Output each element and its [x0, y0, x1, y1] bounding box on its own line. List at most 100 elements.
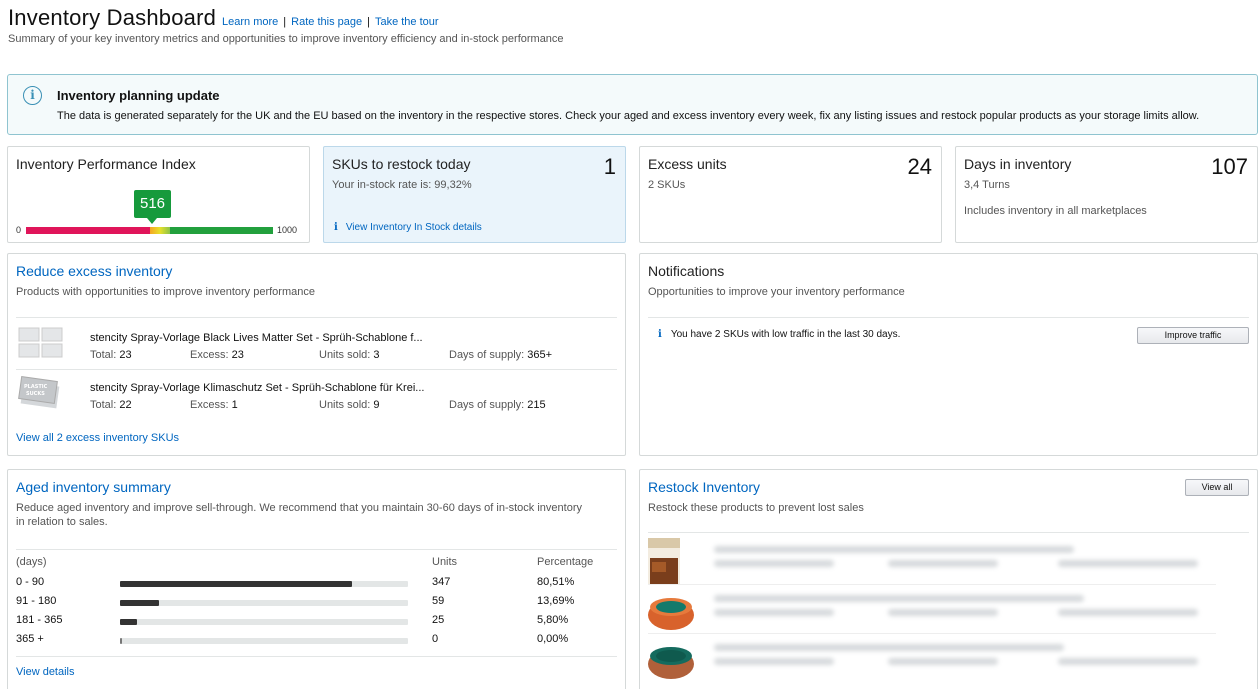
- aged-bar-track: [120, 619, 408, 625]
- aged-units-value: 347: [432, 576, 451, 588]
- page-subtitle: Summary of your key inventory metrics an…: [8, 33, 564, 45]
- aged-inventory-title[interactable]: Aged inventory summary: [16, 479, 171, 495]
- aged-row: 91 - 180 59 13,69%: [16, 595, 616, 614]
- supply-value: 365+: [527, 349, 553, 361]
- excess-sku-count: 2 SKUs: [648, 179, 686, 191]
- ipi-min-label: 0: [16, 225, 22, 235]
- aged-subtitle-line1: Reduce aged inventory and improve sell-t…: [16, 502, 582, 514]
- planning-update-alert: i Inventory planning update The data is …: [7, 74, 1258, 135]
- alert-title: Inventory planning update: [57, 88, 220, 103]
- aged-bar-fill: [120, 638, 122, 644]
- list-item[interactable]: PLASTIC SUCKS stencity Spray-Vorlage Kli…: [16, 368, 616, 418]
- aged-range-label: 0 - 90: [16, 576, 45, 588]
- aged-percentage-value: 13,69%: [537, 595, 575, 607]
- product-name: stencity Spray-Vorlage Black Lives Matte…: [90, 332, 423, 344]
- restock-today-value: 1: [603, 154, 616, 179]
- view-details-link[interactable]: View details: [16, 666, 75, 678]
- aged-units-value: 25: [432, 614, 445, 626]
- product-thumbnail: [648, 598, 694, 630]
- product-thumbnail: [648, 538, 680, 584]
- page-header: Inventory Dashboard Learn more | Rate th…: [8, 5, 1248, 45]
- excess-units-card: Excess units 24 2 SKUs: [639, 146, 942, 243]
- restock-subtitle: Restock these products to prevent lost s…: [648, 502, 864, 514]
- improve-traffic-button[interactable]: Improve traffic: [1137, 327, 1249, 344]
- learn-more-link[interactable]: Learn more: [222, 16, 278, 28]
- table-row[interactable]: [648, 536, 1216, 585]
- restock-today-card: SKUs to restock today 1 Your in-stock ra…: [323, 146, 626, 243]
- alert-text: The data is generated separately for the…: [57, 110, 1200, 122]
- aged-range-label: 181 - 365: [16, 614, 63, 626]
- excess-units-title: Excess units: [648, 156, 727, 172]
- list-item[interactable]: stencity Spray-Vorlage Black Lives Matte…: [16, 318, 616, 368]
- supply-value: 215: [527, 399, 546, 411]
- total-value: 23: [119, 349, 132, 361]
- aged-percentage-value: 5,80%: [537, 614, 569, 626]
- in-stock-rate: Your in-stock rate is: 99,32%: [332, 179, 472, 191]
- aged-units-value: 59: [432, 595, 445, 607]
- days-inventory-value: 107: [1211, 154, 1248, 179]
- aged-row: 181 - 365 25 5,80%: [16, 614, 616, 633]
- inventory-turns: 3,4 Turns: [964, 179, 1010, 191]
- ipi-max-label: 1000: [277, 225, 298, 235]
- aged-bar-fill: [120, 600, 160, 606]
- aged-bar-fill: [120, 581, 352, 587]
- excess-value: 1: [231, 399, 238, 411]
- notification-message: You have 2 SKUs with low traffic in the …: [670, 329, 901, 340]
- view-all-button[interactable]: View all: [1185, 479, 1249, 496]
- excess-units-value: 24: [907, 154, 932, 179]
- aged-bar-track: [120, 600, 408, 606]
- restock-inventory-card: Restock Inventory Restock these products…: [639, 469, 1258, 689]
- product-thumbnail: [18, 327, 63, 358]
- aged-units-value: 0: [432, 633, 439, 645]
- table-row[interactable]: [648, 585, 1216, 634]
- info-icon: i: [334, 222, 338, 233]
- marketplaces-note: Includes inventory in all marketplaces: [964, 205, 1147, 217]
- notifications-subtitle: Opportunities to improve your inventory …: [648, 286, 905, 298]
- aged-range-label: 365 +: [16, 633, 44, 645]
- svg-text:SUCKS: SUCKS: [26, 391, 45, 397]
- view-all-excess-link[interactable]: View all 2 excess inventory SKUs: [16, 432, 179, 444]
- aged-row: 365 + 0 0,00%: [16, 633, 616, 652]
- reduce-excess-subtitle: Products with opportunities to improve i…: [16, 286, 315, 298]
- aged-percentage-value: 0,00%: [537, 633, 569, 645]
- aged-bar-fill: [120, 619, 137, 625]
- units-header: Units: [432, 556, 458, 568]
- aged-range-label: 91 - 180: [16, 595, 57, 607]
- aged-bar-track: [120, 581, 408, 587]
- days-inventory-card: Days in inventory 107 3,4 Turns Includes…: [955, 146, 1258, 243]
- sold-value: 9: [373, 399, 380, 411]
- days-header: (days): [16, 556, 47, 568]
- restock-today-title: SKUs to restock today: [332, 156, 471, 172]
- ipi-score-badge: 516: [134, 190, 171, 224]
- product-thumbnail: [648, 647, 694, 679]
- percentage-header: Percentage: [537, 556, 594, 568]
- info-icon: i: [23, 86, 42, 105]
- aged-bar-track: [120, 638, 408, 644]
- product-name: stencity Spray-Vorlage Klimaschutz Set -…: [90, 382, 425, 394]
- excess-value: 23: [231, 349, 244, 361]
- page-title: Inventory Dashboard: [8, 5, 217, 30]
- reduce-excess-title[interactable]: Reduce excess inventory: [16, 263, 172, 279]
- rate-page-link[interactable]: Rate this page: [291, 16, 362, 28]
- reduce-excess-card: Reduce excess inventory Products with op…: [7, 253, 626, 456]
- total-value: 22: [119, 399, 132, 411]
- separator: |: [367, 16, 370, 28]
- ipi-gauge-bar: [26, 227, 273, 234]
- aged-percentage-value: 80,51%: [537, 576, 575, 588]
- restock-inventory-title[interactable]: Restock Inventory: [648, 479, 760, 495]
- notifications-title: Notifications: [648, 263, 725, 279]
- days-inventory-title: Days in inventory: [964, 156, 1072, 172]
- notifications-card: Notifications Opportunities to improve y…: [639, 253, 1258, 456]
- aged-row: 0 - 90 347 80,51%: [16, 576, 616, 595]
- svg-text:PLASTIC: PLASTIC: [24, 384, 48, 390]
- separator: |: [283, 16, 287, 28]
- aged-inventory-card: Aged inventory summary Reduce aged inven…: [7, 469, 626, 689]
- table-row[interactable]: [648, 634, 1216, 683]
- ipi-title: Inventory Performance Index: [16, 156, 196, 172]
- take-tour-link[interactable]: Take the tour: [375, 16, 439, 28]
- info-icon: i: [658, 329, 662, 340]
- aged-subtitle-line2: in relation to sales.: [16, 516, 108, 528]
- ipi-card: Inventory Performance Index 516 0 1000: [7, 146, 310, 243]
- in-stock-details-link[interactable]: View Inventory In Stock details: [346, 222, 482, 233]
- sold-value: 3: [373, 349, 380, 361]
